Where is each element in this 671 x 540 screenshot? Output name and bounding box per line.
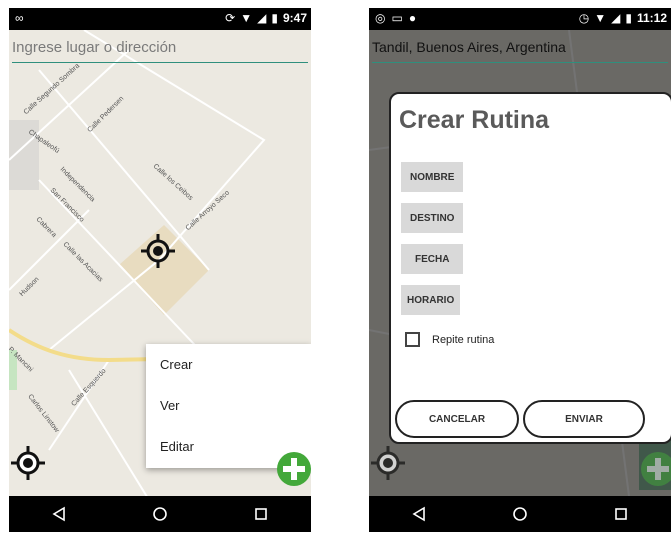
- whatsapp-icon: ◎: [375, 11, 386, 25]
- add-icon[interactable]: [277, 452, 311, 486]
- home-icon[interactable]: [140, 506, 180, 522]
- wifi-icon: ▼: [594, 11, 607, 25]
- fecha-button[interactable]: FECHA: [401, 244, 464, 274]
- search-bar[interactable]: Tandil, Buenos Aires, Argentina: [372, 34, 668, 63]
- back-icon[interactable]: [39, 506, 79, 522]
- context-menu: Crear Ver Editar: [146, 344, 311, 468]
- repeat-routine-checkbox[interactable]: [405, 332, 420, 347]
- screen-icon: ▭: [391, 11, 403, 25]
- location-pin-icon: ●: [408, 11, 417, 25]
- nombre-button[interactable]: NOMBRE: [401, 162, 464, 192]
- back-icon[interactable]: [399, 506, 439, 522]
- repeat-routine-label: Repite rutina: [432, 333, 495, 346]
- clock: 11:12: [636, 11, 667, 25]
- wifi-icon: ▼: [240, 11, 253, 25]
- search-input[interactable]: Tandil, Buenos Aires, Argentina: [372, 34, 668, 60]
- recents-icon[interactable]: [601, 506, 641, 522]
- alarm-icon: ◷: [578, 11, 590, 25]
- clock: 9:47: [282, 11, 307, 25]
- home-icon[interactable]: [500, 506, 540, 522]
- location-target-icon[interactable]: [141, 234, 175, 268]
- recents-icon[interactable]: [241, 506, 281, 522]
- phone-screen-left: ∞ ⟳ ▼ ◢ ▮ 9:47 Calle Segundo Sombra Chap…: [9, 8, 311, 532]
- search-input[interactable]: [12, 34, 308, 60]
- navigation-bar: [369, 496, 671, 532]
- notification-glyph: ∞: [15, 11, 24, 25]
- navigation-bar: [9, 496, 311, 532]
- create-routine-dialog: Crear Rutina NOMBRE DESTINO FECHA HORARI…: [389, 92, 671, 444]
- horario-button[interactable]: HORARIO: [401, 285, 461, 315]
- menu-item-ver[interactable]: Ver: [146, 385, 311, 426]
- battery-icon: ▮: [271, 11, 278, 25]
- phone-screen-right: ◎ ▭ ● ◷ ▼ ◢ ▮ 11:12 Tandil, Buenos Aires…: [369, 8, 671, 532]
- signal-icon: ◢: [611, 11, 621, 25]
- menu-item-crear[interactable]: Crear: [146, 344, 311, 385]
- my-location-icon: [371, 446, 405, 480]
- battery-icon: ▮: [625, 11, 632, 25]
- add-icon: [641, 452, 671, 486]
- repeat-routine-row[interactable]: Repite rutina: [405, 332, 494, 347]
- status-bar: ◎ ▭ ● ◷ ▼ ◢ ▮ 11:12: [369, 8, 671, 30]
- signal-icon: ◢: [257, 11, 267, 25]
- dialog-title: Crear Rutina: [399, 106, 550, 134]
- cancel-button[interactable]: CANCELAR: [395, 400, 519, 438]
- search-bar[interactable]: [12, 34, 308, 63]
- destino-button[interactable]: DESTINO: [401, 203, 464, 233]
- rotate-icon: ⟳: [225, 11, 236, 25]
- my-location-icon[interactable]: [11, 446, 45, 480]
- submit-button[interactable]: ENVIAR: [523, 400, 645, 438]
- status-bar: ∞ ⟳ ▼ ◢ ▮ 9:47: [9, 8, 311, 30]
